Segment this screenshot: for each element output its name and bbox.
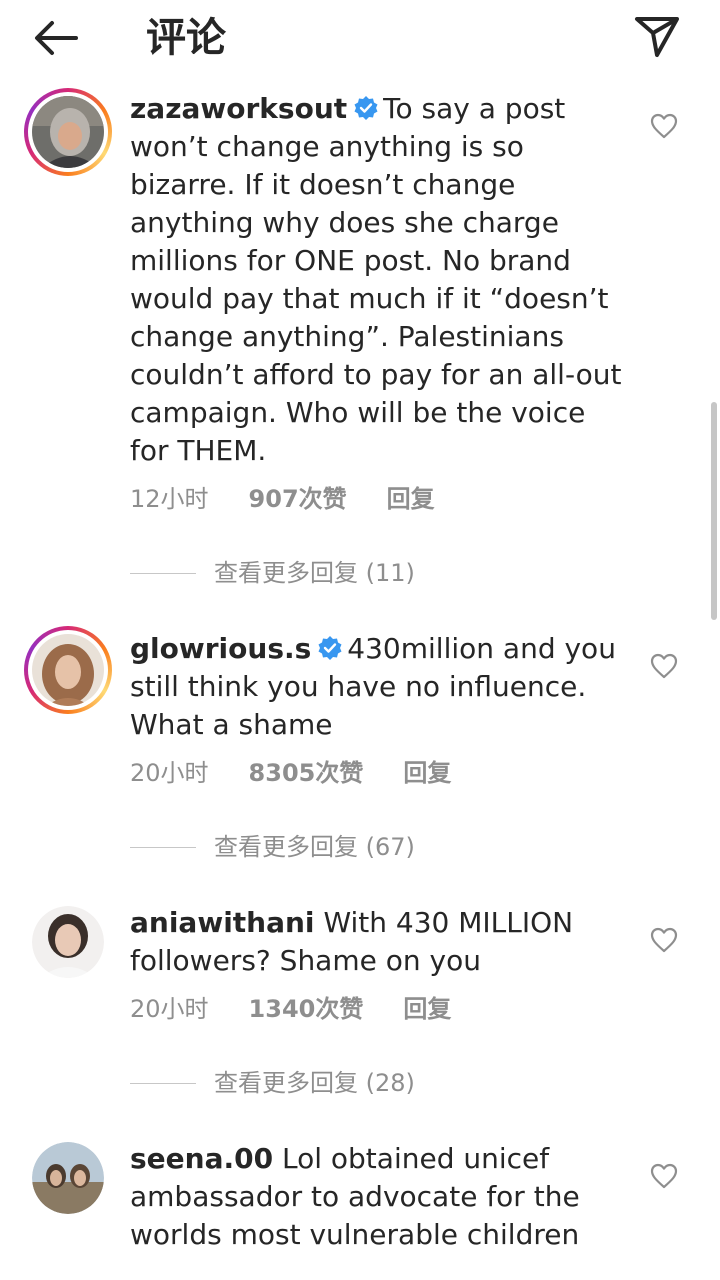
arrow-left-icon	[35, 21, 78, 55]
view-replies-label: 查看更多回复 (67)	[214, 833, 415, 861]
view-replies-label: 查看更多回复 (11)	[214, 559, 415, 587]
view-replies-button[interactable]: 查看更多回复 (67)	[130, 832, 415, 862]
comment-likes[interactable]: 1340次赞	[249, 995, 364, 1023]
comment-time: 12小时	[130, 485, 209, 513]
user-photo-icon	[32, 1142, 104, 1214]
divider	[130, 846, 196, 848]
avatar[interactable]	[32, 1142, 104, 1214]
comment-body: seena.00 Lol obtained unicef ambassador …	[130, 1140, 630, 1254]
divider	[130, 1082, 196, 1084]
comment-meta: 20小时 8305次赞 回复	[130, 758, 491, 788]
user-photo-icon	[32, 634, 104, 706]
heart-outline-icon	[650, 927, 678, 953]
heart-outline-icon	[650, 1163, 678, 1189]
avatar[interactable]	[24, 626, 112, 714]
back-button[interactable]	[30, 14, 82, 62]
divider	[130, 572, 196, 574]
like-button[interactable]	[648, 110, 680, 142]
scrollbar[interactable]	[711, 402, 717, 620]
user-photo-icon	[32, 96, 104, 168]
page-title: 评论	[146, 15, 226, 61]
view-replies-button[interactable]: 查看更多回复 (11)	[130, 558, 415, 588]
heart-outline-icon	[650, 113, 678, 139]
view-replies-label: 查看更多回复 (28)	[214, 1069, 415, 1097]
username[interactable]: seena.00	[130, 1142, 273, 1175]
user-photo-icon	[32, 906, 104, 978]
comment-body: glowrious.s 430million and you still thin…	[130, 630, 630, 744]
reply-button[interactable]: 回复	[387, 485, 435, 513]
header-bar: 评论	[0, 0, 720, 84]
reply-button[interactable]: 回复	[403, 759, 451, 787]
comment-likes[interactable]: 907次赞	[249, 485, 347, 513]
avatar[interactable]	[32, 906, 104, 978]
comment-likes[interactable]: 8305次赞	[249, 759, 364, 787]
share-button[interactable]	[630, 12, 684, 62]
like-button[interactable]	[648, 1160, 680, 1192]
comment-text: To say a post won’t change anything is s…	[130, 92, 622, 467]
verified-badge-icon	[354, 96, 378, 120]
comment-meta: 12小时 907次赞 回复	[130, 484, 475, 514]
username[interactable]: aniawithani	[130, 906, 315, 939]
comment-body: zazaworksout To say a post won’t change a…	[130, 90, 630, 470]
like-button[interactable]	[648, 650, 680, 682]
comment-time: 20小时	[130, 995, 209, 1023]
like-button[interactable]	[648, 924, 680, 956]
username[interactable]: glowrious.s	[130, 632, 311, 665]
heart-outline-icon	[650, 653, 678, 679]
comment-time: 20小时	[130, 759, 209, 787]
comment-body: aniawithani With 430 MILLION followers? …	[130, 904, 630, 980]
comment-meta: 20小时 1340次赞 回复	[130, 994, 491, 1024]
username[interactable]: zazaworksout	[130, 92, 347, 125]
reply-button[interactable]: 回复	[403, 995, 451, 1023]
paper-plane-icon	[635, 17, 679, 57]
avatar[interactable]	[24, 88, 112, 176]
verified-badge-icon	[318, 636, 342, 660]
view-replies-button[interactable]: 查看更多回复 (28)	[130, 1068, 415, 1098]
